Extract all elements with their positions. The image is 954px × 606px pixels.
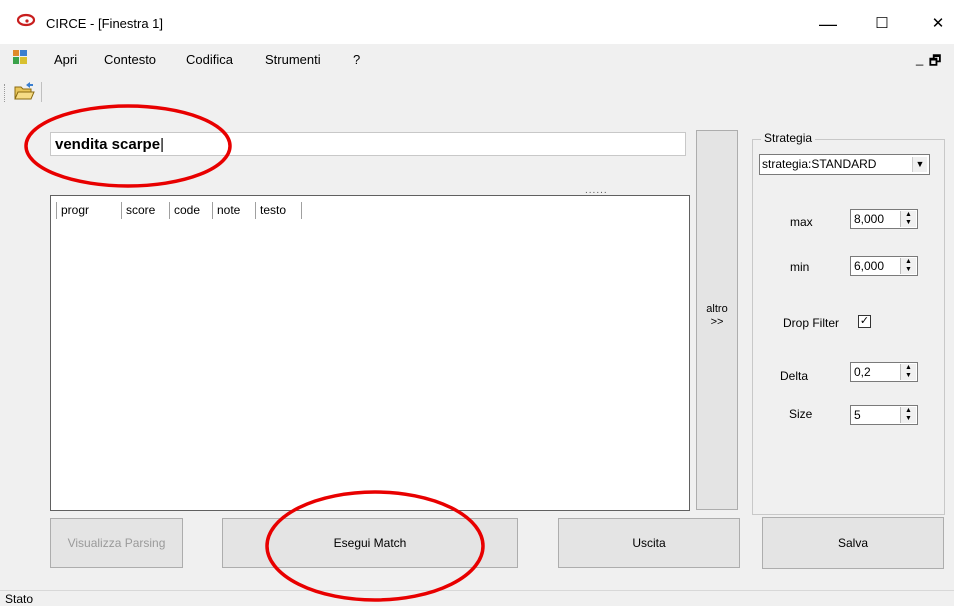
menu-codifica[interactable]: Codifica (186, 52, 233, 67)
visualizza-parsing-button[interactable]: Visualizza Parsing (50, 518, 183, 568)
spin-arrows-icon[interactable]: ▲ ▼ (900, 364, 916, 380)
results-list[interactable] (50, 195, 690, 511)
column-header-testo[interactable]: testo (256, 202, 302, 219)
max-label: max (790, 215, 813, 229)
spin-arrows-icon[interactable]: ▲ ▼ (900, 407, 916, 423)
max-value: 8,000 (854, 212, 885, 226)
status-bar: Stato (0, 590, 954, 606)
circe-app-icon (16, 13, 36, 27)
document-window-icon[interactable] (13, 50, 27, 64)
min-value: 6,000 (854, 259, 885, 273)
size-value: 5 (854, 408, 861, 422)
column-header-note[interactable]: note (213, 202, 256, 219)
size-label: Size (789, 407, 813, 421)
delta-value: 0,2 (854, 365, 871, 379)
column-header-progr[interactable]: progr (56, 202, 122, 219)
spin-arrows-icon[interactable]: ▲ ▼ (900, 211, 916, 227)
delta-spinner[interactable]: 0,2 ▲ ▼ (850, 362, 918, 382)
altro-button[interactable]: altro >> (696, 130, 738, 510)
salva-button[interactable]: Salva (762, 517, 944, 569)
toolbar-separator (41, 82, 42, 102)
strategia-dropdown[interactable]: strategia:STANDARD ▼ (759, 154, 930, 175)
esegui-match-button[interactable]: Esegui Match (222, 518, 518, 568)
spin-arrows-icon[interactable]: ▲ ▼ (900, 258, 916, 274)
status-text: Stato (5, 592, 34, 606)
mdi-restore-button[interactable]: 🗗 (929, 52, 941, 74)
toolbar (0, 74, 954, 113)
toolbar-grip[interactable] (4, 84, 7, 102)
maximize-button[interactable]: ☐ (872, 14, 892, 34)
menu-help[interactable]: ? (353, 52, 360, 67)
window-title: CIRCE - [Finestra 1] (46, 16, 164, 31)
strategia-legend: Strategia (761, 131, 816, 145)
size-spinner[interactable]: 5 ▲ ▼ (850, 405, 918, 425)
altro-arrows: >> (710, 316, 724, 328)
mdi-minimize-button[interactable]: _ (916, 51, 923, 66)
column-header-score[interactable]: score (122, 202, 170, 219)
altro-label: altro (706, 303, 728, 315)
max-spinner[interactable]: 8,000 ▲ ▼ (850, 209, 918, 229)
menu-contesto[interactable]: Contesto (104, 52, 156, 67)
strategia-selected: strategia:STANDARD (762, 157, 877, 171)
close-button[interactable]: ✕ (928, 14, 948, 34)
uscita-button[interactable]: Uscita (558, 518, 740, 568)
strategia-groupbox (752, 139, 945, 515)
min-label: min (790, 260, 810, 274)
open-folder-icon[interactable] (11, 80, 37, 104)
menu-strumenti[interactable]: Strumenti (265, 52, 321, 67)
drop-filter-label: Drop Filter (783, 316, 840, 330)
delta-label: Delta (780, 369, 809, 383)
minimize-button[interactable]: — (818, 14, 838, 34)
column-header-code[interactable]: code (170, 202, 213, 219)
search-query-input[interactable]: vendita scarpe| (50, 132, 686, 156)
search-query-value: vendita scarpe (55, 136, 161, 153)
menu-apri[interactable]: Apri (54, 52, 77, 67)
drop-filter-checkbox[interactable]: ✓ (858, 315, 871, 328)
chevron-down-icon[interactable]: ▼ (912, 157, 927, 172)
min-spinner[interactable]: 6,000 ▲ ▼ (850, 256, 918, 276)
